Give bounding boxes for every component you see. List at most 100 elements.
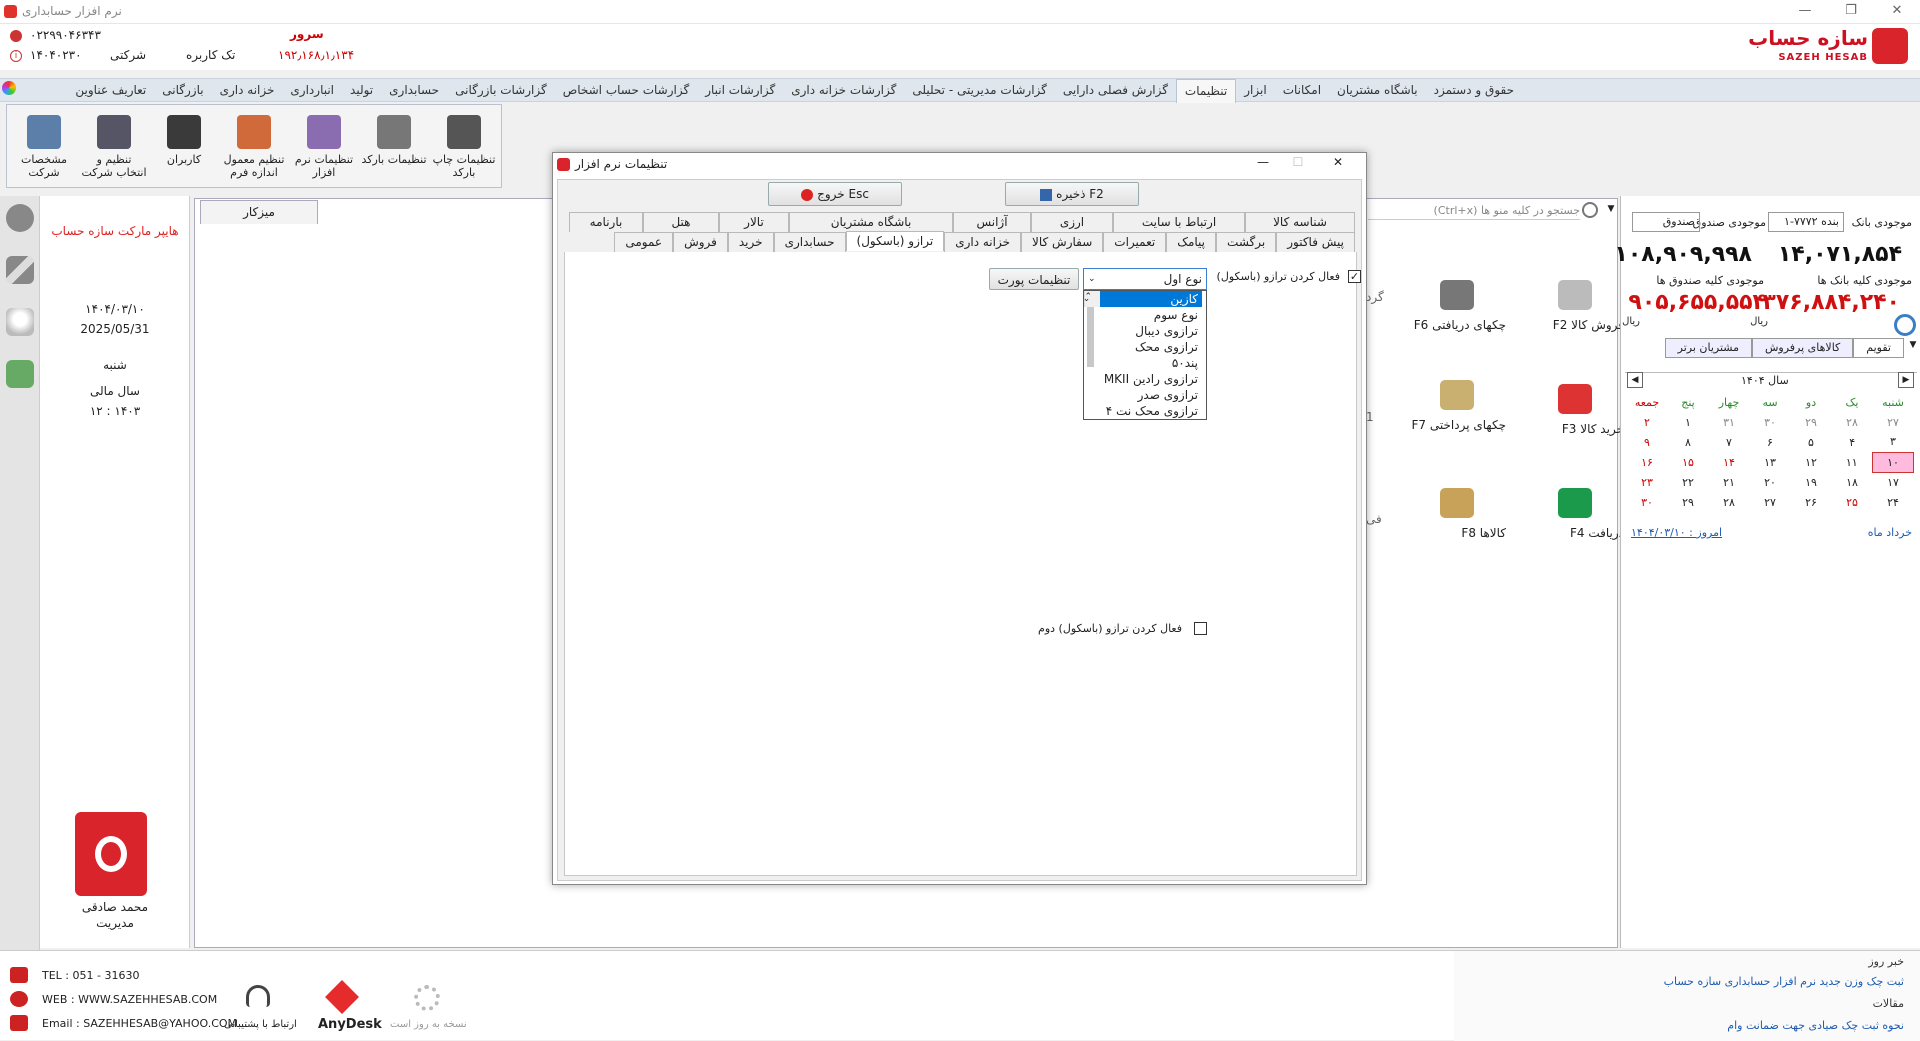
shortcut-f7[interactable]: چکهای پرداختی F7 xyxy=(1406,380,1506,440)
dropdown-option[interactable]: ترازوی محک xyxy=(1100,339,1202,355)
calendar-day[interactable]: ۱۳ xyxy=(1750,452,1791,472)
contact-email[interactable]: Email : SAZEHHESAB@YAHOO.COM xyxy=(42,1017,237,1030)
tools-icon[interactable] xyxy=(6,256,34,284)
ribbon-button[interactable]: کاربران xyxy=(151,111,217,185)
enable-scale2-checkbox[interactable] xyxy=(1194,622,1207,635)
calendar-day[interactable]: ۱۲ xyxy=(1791,452,1832,472)
menu-item[interactable]: گزارشات انبار xyxy=(697,79,783,103)
calendar-day[interactable]: ۲۷ xyxy=(1750,492,1791,512)
calendar-day[interactable]: ۱۵ xyxy=(1668,452,1709,472)
headset-icon[interactable] xyxy=(246,985,270,1007)
calendar-day[interactable]: ۹ xyxy=(1627,432,1668,452)
search-input[interactable]: جستجو در کلیه منو ها (Ctrl+x) xyxy=(1368,202,1580,220)
calendar-day[interactable]: ۲۹ xyxy=(1791,412,1832,432)
menu-item[interactable]: گزارش فصلی دارایی xyxy=(1055,79,1176,103)
calendar-day[interactable]: ۱۸ xyxy=(1832,472,1873,492)
contact-web[interactable]: WEB : WWW.SAZEHHESAB.COM xyxy=(42,993,217,1006)
dialog-tab[interactable]: ارزی xyxy=(1031,212,1113,232)
dialog-tab[interactable]: خزانه داری xyxy=(944,232,1022,252)
calendar-day[interactable]: ۲۹ xyxy=(1668,492,1709,512)
menu-item[interactable]: حقوق و دستمزد xyxy=(1426,79,1522,103)
calendar-day[interactable]: ۴ xyxy=(1832,432,1873,452)
calendar-day[interactable]: ۶ xyxy=(1750,432,1791,452)
refresh-icon[interactable] xyxy=(1894,314,1916,336)
prev-icon[interactable]: ◀ xyxy=(1627,372,1643,388)
calendar-day[interactable]: ۲۴ xyxy=(1873,492,1914,512)
scale-type-select[interactable]: نوع اول ⌄ xyxy=(1083,268,1207,290)
menu-item[interactable]: باشگاه مشتریان xyxy=(1329,79,1426,103)
shortcut-f2[interactable]: فروش کالا F2 xyxy=(1524,280,1624,340)
dialog-tab[interactable]: پیش فاکتور xyxy=(1276,232,1355,252)
dialog-maximize-button[interactable]: ☐ xyxy=(1283,155,1313,169)
menu-item[interactable]: تولید xyxy=(342,79,381,103)
dialog-tab[interactable]: تعمیرات xyxy=(1103,232,1167,252)
scroll-thumb[interactable] xyxy=(1087,307,1094,367)
calendar-day[interactable]: ۱۰ xyxy=(1872,451,1914,473)
dialog-tab[interactable]: باشگاه مشتریان xyxy=(789,212,953,232)
minimize-button[interactable]: — xyxy=(1782,0,1828,24)
dialog-tab[interactable]: عمومی xyxy=(614,232,674,252)
calendar-day[interactable]: ۱۶ xyxy=(1627,452,1668,472)
dropdown-option[interactable]: کازین xyxy=(1100,291,1202,307)
dialog-tab[interactable]: شناسه کالا xyxy=(1245,212,1355,232)
dialog-tab[interactable]: آژانس xyxy=(953,212,1031,232)
dialog-minimize-button[interactable]: — xyxy=(1248,155,1278,169)
calendar-day[interactable]: ۱۷ xyxy=(1873,472,1914,492)
exit-button[interactable]: خروج Esc xyxy=(768,182,902,206)
dialog-tab[interactable]: حسابداری xyxy=(773,232,846,252)
calendar-day[interactable]: ۳ xyxy=(1873,432,1914,452)
calendar-day[interactable]: ۲۷ xyxy=(1873,412,1914,432)
calendar-day[interactable]: ۲۳ xyxy=(1627,472,1668,492)
calendar-day[interactable]: ۷ xyxy=(1709,432,1750,452)
calendar-day[interactable]: ۱۹ xyxy=(1791,472,1832,492)
calendar-day[interactable]: ۲۶ xyxy=(1791,492,1832,512)
dropdown-option[interactable]: ترازوی محک نت ۴ xyxy=(1100,403,1202,419)
cash-select[interactable]: صندوق xyxy=(1632,212,1700,232)
dialog-close-button[interactable]: ✕ xyxy=(1323,155,1353,169)
dropdown-option[interactable]: نوع سوم xyxy=(1100,307,1202,323)
save-button[interactable]: ذخیره F2 xyxy=(1005,182,1139,206)
menu-item[interactable]: حسابداری xyxy=(381,79,447,103)
dialog-tab[interactable]: بارنامه xyxy=(569,212,643,232)
tab-desktop[interactable]: میزکار xyxy=(200,200,318,224)
gear-icon[interactable] xyxy=(6,204,34,232)
ribbon-button[interactable]: مشخصات شرکت xyxy=(11,111,77,185)
calendar-day[interactable]: ۵ xyxy=(1791,432,1832,452)
shortcut-f6[interactable]: چکهای دریافتی F6 xyxy=(1406,280,1506,340)
menu-item[interactable]: انبارداری xyxy=(282,79,342,103)
calendar-day[interactable]: ۳۰ xyxy=(1750,412,1791,432)
right-tab[interactable]: مشتریان برتر xyxy=(1664,338,1752,358)
ribbon-button[interactable]: تنظیمات نرم افزار xyxy=(291,111,357,185)
calendar-today[interactable]: امروز : ۱۴۰۴/۰۳/۱۰ xyxy=(1631,526,1722,539)
calendar-day[interactable]: ۱۴ xyxy=(1709,452,1750,472)
enable-scale-checkbox[interactable]: ✓ xyxy=(1348,270,1361,283)
scroll-down-icon[interactable]: ⌄ xyxy=(1081,291,1096,307)
calendar-day[interactable]: ۳۰ xyxy=(1627,492,1668,512)
money-icon[interactable] xyxy=(6,360,34,388)
color-wheel-icon[interactable] xyxy=(2,81,16,95)
right-tab[interactable]: کالاهای پرفروش xyxy=(1751,338,1854,358)
news-item[interactable]: ثبت چک وزن جدید نرم افزار حسابداری سازه … xyxy=(1664,975,1904,988)
calendar-day[interactable]: ۲ xyxy=(1627,412,1668,432)
calendar-day[interactable]: ۸ xyxy=(1668,432,1709,452)
dialog-tab[interactable]: پیامک xyxy=(1166,232,1217,252)
dialog-tab[interactable]: ارتباط با سایت xyxy=(1113,212,1245,232)
next-icon[interactable]: ▶ xyxy=(1898,372,1914,388)
menu-item[interactable]: گزارشات بازرگانی xyxy=(447,79,555,103)
calendar-day[interactable]: ۲۰ xyxy=(1750,472,1791,492)
calendar-day[interactable]: ۱ xyxy=(1668,412,1709,432)
calendar-day[interactable]: ۲۵ xyxy=(1832,492,1873,512)
scale-type-dropdown[interactable]: ⌃ ⌄ کازین نوع سوم ترازوی دیبال ترازوی محک پن… xyxy=(1083,290,1207,420)
calendar-day[interactable]: ۲۱ xyxy=(1709,472,1750,492)
calendar-day[interactable]: ۲۸ xyxy=(1709,492,1750,512)
article-item[interactable]: نحوه ثبت چک صیادی جهت ضمانت وام xyxy=(1727,1019,1904,1032)
right-tab[interactable]: تقویم xyxy=(1853,338,1904,358)
dialog-tab[interactable]: خرید xyxy=(727,232,774,252)
menu-item[interactable]: ابزار xyxy=(1236,79,1274,103)
port-settings-button[interactable]: تنظیمات پورت xyxy=(989,268,1079,290)
menu-item[interactable]: گزارشات مدیریتی - تحلیلی xyxy=(904,79,1055,103)
ribbon-button[interactable]: تنظیمات چاپ بارکد xyxy=(431,111,497,185)
dropdown-option[interactable]: پند۵۰ xyxy=(1100,355,1202,371)
dropdown-arrow[interactable]: ▼ xyxy=(1906,336,1920,354)
shortcut-f8[interactable]: کالاها F8 xyxy=(1406,488,1506,548)
